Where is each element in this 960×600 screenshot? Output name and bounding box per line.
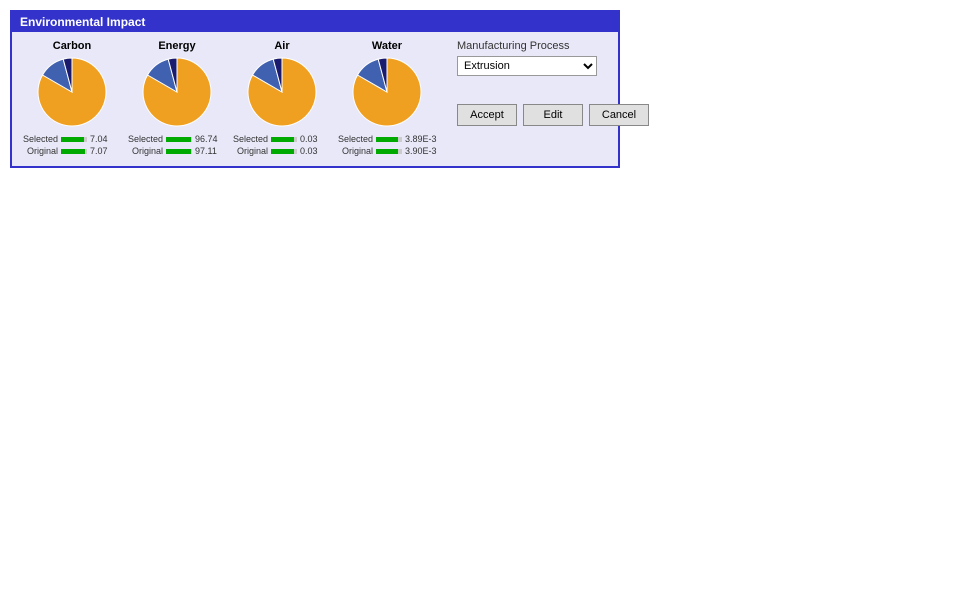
- selected-fill-energy: [166, 137, 191, 142]
- pie-chart-carbon: [36, 56, 108, 128]
- selected-label-water: Selected: [337, 134, 373, 144]
- bar-section-energy: Selected 96.74 Original 97.11: [127, 134, 227, 158]
- original-row-air: Original 0.03: [232, 146, 332, 156]
- chart-item-energy: Energy Selected 96.74 Original 97.11: [127, 40, 227, 158]
- selected-row-energy: Selected 96.74: [127, 134, 227, 144]
- selected-value-water: 3.89E-3: [405, 134, 437, 144]
- selected-label-energy: Selected: [127, 134, 163, 144]
- original-fill-air: [271, 149, 294, 154]
- original-label-carbon: Original: [22, 146, 58, 156]
- selected-fill-air: [271, 137, 294, 142]
- selected-track-energy: [166, 137, 192, 142]
- selected-value-energy: 96.74: [195, 134, 227, 144]
- charts-section: Carbon Selected 7.04 Original 7.07 Energ…: [22, 40, 437, 158]
- panel-title: Environmental Impact: [12, 12, 618, 32]
- chart-item-air: Air Selected 0.03 Original 0.03: [232, 40, 332, 158]
- chart-label-air: Air: [274, 40, 289, 52]
- bar-section-air: Selected 0.03 Original 0.03: [232, 134, 332, 158]
- original-track-water: [376, 149, 402, 154]
- selected-fill-carbon: [61, 137, 84, 142]
- original-track-air: [271, 149, 297, 154]
- manufacturing-section: Manufacturing Process ExtrusionInjection…: [457, 40, 649, 76]
- bar-section-water: Selected 3.89E-3 Original 3.90E-3: [337, 134, 437, 158]
- chart-item-water: Water Selected 3.89E-3 Original 3.90E-3: [337, 40, 437, 158]
- manufacturing-label: Manufacturing Process: [457, 40, 649, 52]
- original-row-energy: Original 97.11: [127, 146, 227, 156]
- buttons-section: Accept Edit Cancel: [457, 104, 649, 126]
- selected-label-carbon: Selected: [22, 134, 58, 144]
- selected-value-air: 0.03: [300, 134, 332, 144]
- chart-label-water: Water: [372, 40, 402, 52]
- original-row-carbon: Original 7.07: [22, 146, 122, 156]
- environmental-impact-panel: Environmental Impact Carbon Selected 7.0…: [10, 10, 620, 168]
- pie-chart-water: [351, 56, 423, 128]
- accept-button[interactable]: Accept: [457, 104, 517, 126]
- selected-row-carbon: Selected 7.04: [22, 134, 122, 144]
- original-row-water: Original 3.90E-3: [337, 146, 437, 156]
- panel-content: Carbon Selected 7.04 Original 7.07 Energ…: [12, 32, 618, 166]
- original-value-air: 0.03: [300, 146, 332, 156]
- selected-track-carbon: [61, 137, 87, 142]
- original-value-water: 3.90E-3: [405, 146, 437, 156]
- selected-fill-water: [376, 137, 398, 142]
- bar-section-carbon: Selected 7.04 Original 7.07: [22, 134, 122, 158]
- original-track-energy: [166, 149, 192, 154]
- right-section: Manufacturing Process ExtrusionInjection…: [457, 40, 649, 126]
- edit-button[interactable]: Edit: [523, 104, 583, 126]
- pie-chart-energy: [141, 56, 213, 128]
- manufacturing-select[interactable]: ExtrusionInjection MoldingCastingForging: [457, 56, 597, 76]
- chart-item-carbon: Carbon Selected 7.04 Original 7.07: [22, 40, 122, 158]
- original-track-carbon: [61, 149, 87, 154]
- chart-label-energy: Energy: [158, 40, 195, 52]
- selected-value-carbon: 7.04: [90, 134, 122, 144]
- selected-track-water: [376, 137, 402, 142]
- selected-row-air: Selected 0.03: [232, 134, 332, 144]
- selected-row-water: Selected 3.89E-3: [337, 134, 437, 144]
- original-value-carbon: 7.07: [90, 146, 122, 156]
- original-fill-carbon: [61, 149, 85, 154]
- original-fill-water: [376, 149, 398, 154]
- cancel-button[interactable]: Cancel: [589, 104, 649, 126]
- selected-label-air: Selected: [232, 134, 268, 144]
- original-value-energy: 97.11: [195, 146, 227, 156]
- original-label-air: Original: [232, 146, 268, 156]
- pie-chart-air: [246, 56, 318, 128]
- original-fill-energy: [166, 149, 191, 154]
- original-label-water: Original: [337, 146, 373, 156]
- original-label-energy: Original: [127, 146, 163, 156]
- selected-track-air: [271, 137, 297, 142]
- chart-label-carbon: Carbon: [53, 40, 92, 52]
